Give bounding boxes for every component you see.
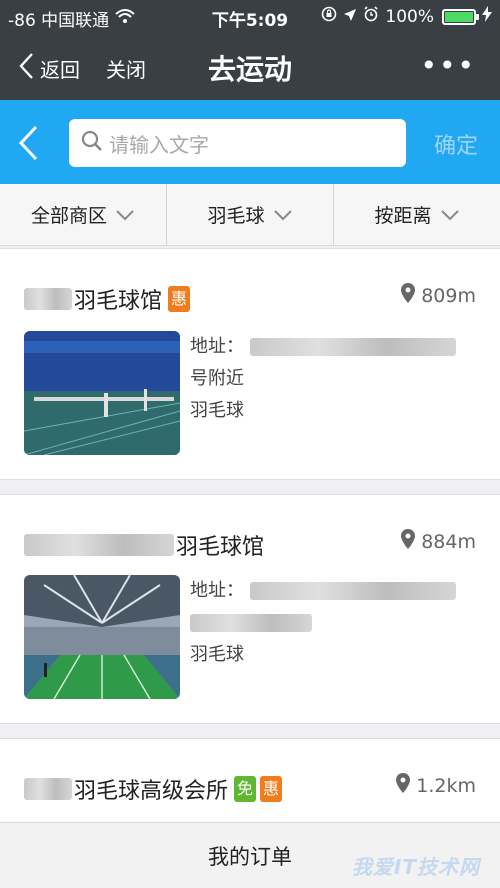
watermark: 我爱IT技术网 xyxy=(351,855,480,879)
status-bar: -86 中国联通 下午5:09 100% xyxy=(0,0,500,34)
free-tag: 免 xyxy=(234,776,257,802)
venue-photo xyxy=(24,575,180,699)
location-icon xyxy=(343,7,357,27)
rotation-lock-icon xyxy=(321,6,337,27)
chevron-down-icon xyxy=(115,204,135,226)
search-input[interactable]: 请输入文字 xyxy=(69,119,406,167)
blurred-text xyxy=(24,534,174,556)
address-suffix: 号附近 xyxy=(190,368,244,389)
address-label: 地址： xyxy=(190,336,244,357)
filter-label: 按距离 xyxy=(374,205,432,227)
address-label: 地址： xyxy=(190,580,244,601)
filter-label: 全部商区 xyxy=(30,205,107,227)
charging-icon xyxy=(482,6,492,27)
bottom-bar: 我的订单 我爱IT技术网 xyxy=(0,822,500,888)
nav-bar: 返回 关闭 去运动 ••• xyxy=(0,34,500,100)
venue-card[interactable]: 羽毛球馆 884m 地址： 羽毛球 xyxy=(0,494,500,724)
confirm-button[interactable]: 确定 xyxy=(434,128,478,160)
venue-distance: 884m xyxy=(421,530,476,553)
location-pin-icon xyxy=(401,529,416,554)
blurred-text xyxy=(250,582,456,600)
location-pin-icon xyxy=(401,283,416,308)
more-button[interactable]: ••• xyxy=(420,49,476,82)
filter-sort[interactable]: 按距离 xyxy=(334,184,500,245)
discount-tag: 惠 xyxy=(260,776,283,802)
chevron-down-icon xyxy=(440,204,460,226)
search-placeholder: 请输入文字 xyxy=(109,132,209,157)
blurred-text xyxy=(24,778,72,800)
my-orders-button[interactable]: 我的订单 xyxy=(208,841,292,871)
blurred-text xyxy=(250,338,456,356)
blurred-text xyxy=(24,288,72,310)
venue-card[interactable]: 羽毛球馆 惠 809m 地址： 号附近 羽毛球 xyxy=(0,248,500,480)
filter-bar: 全部商区 羽毛球 按距离 xyxy=(0,184,500,246)
battery-label: 100% xyxy=(385,6,434,27)
location-pin-icon xyxy=(396,773,411,798)
blurred-text xyxy=(190,614,312,632)
venue-distance: 809m xyxy=(421,284,476,307)
chevron-down-icon xyxy=(273,204,293,226)
battery-icon xyxy=(442,8,479,25)
filter-label: 羽毛球 xyxy=(207,205,265,227)
venue-category: 羽毛球 xyxy=(190,400,244,421)
venue-name: 羽毛球馆 xyxy=(74,289,163,314)
venue-distance: 1.2km xyxy=(416,774,476,797)
filter-area[interactable]: 全部商区 xyxy=(0,184,167,245)
search-bar: 请输入文字 确定 xyxy=(0,100,500,184)
venue-name: 羽毛球高级会所 xyxy=(74,779,229,804)
venue-name: 羽毛球馆 xyxy=(176,535,265,560)
search-icon xyxy=(81,130,103,157)
search-back-button[interactable] xyxy=(16,124,40,166)
alarm-icon xyxy=(363,6,379,27)
discount-tag: 惠 xyxy=(168,286,191,312)
chevron-left-icon xyxy=(16,125,40,166)
venue-photo xyxy=(24,331,180,455)
venue-category: 羽毛球 xyxy=(190,644,244,665)
filter-sport[interactable]: 羽毛球 xyxy=(167,184,334,245)
